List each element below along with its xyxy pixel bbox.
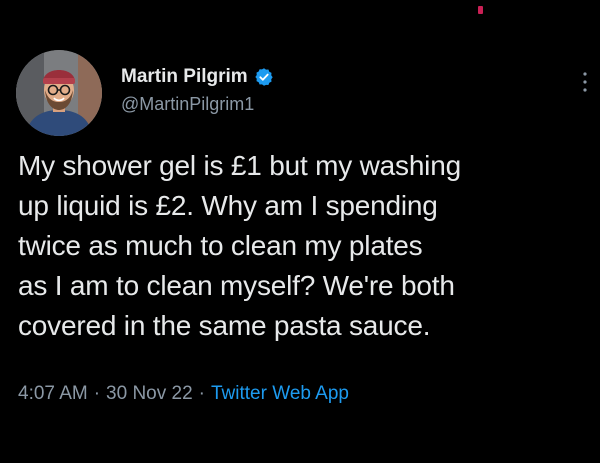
tweet-time[interactable]: 4:07 AM bbox=[18, 383, 88, 404]
verified-badge-icon bbox=[254, 67, 274, 87]
name-row: Martin Pilgrim bbox=[121, 64, 274, 90]
tweet-client-link[interactable]: Twitter Web App bbox=[211, 383, 349, 404]
more-vertical-icon[interactable] bbox=[580, 70, 590, 94]
top-accent-mark bbox=[478, 6, 483, 14]
avatar[interactable] bbox=[16, 50, 102, 136]
meta-separator-2: · bbox=[198, 383, 205, 404]
user-handle[interactable]: @MartinPilgrim1 bbox=[121, 94, 274, 115]
tweet-meta: 4:07 AM · 30 Nov 22 · Twitter Web App bbox=[18, 383, 349, 405]
tweet-card: Martin Pilgrim @MartinPilgrim1 My shower… bbox=[0, 0, 600, 463]
tweet-text: My shower gel is £1 but my washing up li… bbox=[18, 150, 461, 341]
display-name[interactable]: Martin Pilgrim bbox=[121, 66, 248, 88]
tweet-date[interactable]: 30 Nov 22 bbox=[106, 383, 193, 404]
meta-separator: · bbox=[93, 383, 101, 404]
author-block: Martin Pilgrim @MartinPilgrim1 bbox=[121, 64, 274, 115]
profile-photo bbox=[16, 50, 102, 136]
